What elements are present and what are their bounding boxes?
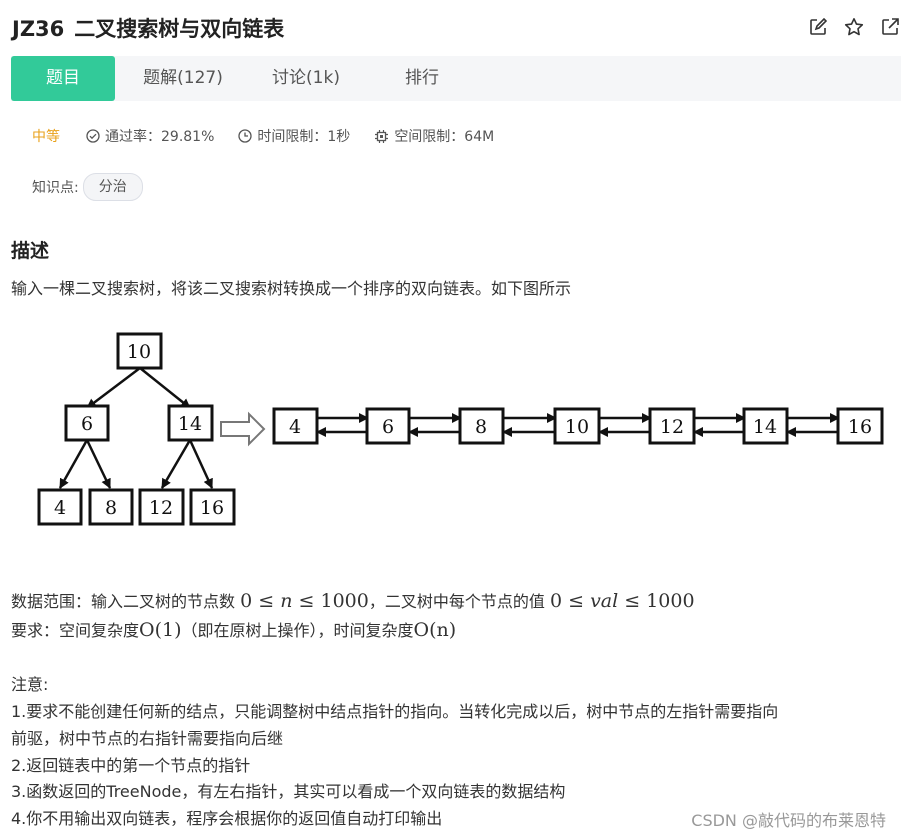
knowledge-points: 知识点: 分治 bbox=[32, 173, 143, 201]
list-node-label: 8 bbox=[475, 416, 487, 438]
knowledge-tag[interactable]: 分治 bbox=[82, 173, 143, 201]
math-var: val bbox=[590, 590, 619, 612]
tree-node-label: 6 bbox=[81, 413, 93, 435]
list-node-label: 6 bbox=[382, 416, 394, 438]
tree-node-label: 12 bbox=[149, 497, 173, 519]
pass-rate: 通过率：29.81% bbox=[86, 126, 214, 146]
math-op: ≤ bbox=[298, 590, 315, 612]
math-op: ≤ bbox=[624, 590, 641, 612]
note-line-3: 3.函数返回的TreeNode，有左右指针，其实可以看成一个双向链表的数据结构 bbox=[11, 782, 566, 801]
tree-node-label: 14 bbox=[178, 413, 202, 435]
time-complexity: O(n) bbox=[413, 619, 457, 641]
tab-bar: 题目 题解(127) 讨论(1k) 排行 bbox=[11, 56, 901, 101]
math-op: ≤ bbox=[568, 590, 585, 612]
difficulty-badge: 中等 bbox=[32, 129, 60, 145]
clock-icon bbox=[238, 129, 253, 143]
problem-name: 二叉搜索树与双向链表 bbox=[74, 17, 285, 41]
requirement-prefix: 要求：空间复杂度 bbox=[11, 621, 140, 640]
math-num: 1000 bbox=[320, 590, 369, 612]
note-line-4: 4.你不用输出双向链表，程序会根据你的返回值自动打印输出 bbox=[11, 809, 443, 828]
edit-icon[interactable] bbox=[807, 16, 829, 38]
math-var: n bbox=[280, 590, 293, 612]
tree-node-label: 16 bbox=[200, 497, 224, 519]
list-node-label: 14 bbox=[753, 416, 777, 438]
description-text: 输入一棵二叉搜索树，将该二叉搜索树转换成一个排序的双向链表。如下图所示 bbox=[11, 279, 572, 298]
tab-problem[interactable]: 题目 bbox=[11, 56, 115, 101]
range-formula-val: 0 ≤ val ≤ 1000 bbox=[550, 590, 695, 612]
math-num: 0 bbox=[240, 590, 253, 612]
problem-code: JZ36 bbox=[12, 17, 65, 41]
math-num: 0 bbox=[549, 590, 563, 612]
range-prefix: 数据范围：输入二叉树的节点数 bbox=[11, 592, 236, 611]
list-node-label: 16 bbox=[848, 416, 872, 438]
list-node-label: 4 bbox=[289, 416, 301, 438]
space-limit-text: 空间限制：64M bbox=[394, 129, 495, 145]
tree-node-label: 10 bbox=[127, 341, 151, 363]
tree-node-label: 4 bbox=[54, 497, 66, 519]
tab-discussion[interactable]: 讨论(1k) bbox=[251, 56, 361, 101]
list-node-label: 12 bbox=[660, 416, 684, 438]
tab-ranking[interactable]: 排行 bbox=[361, 56, 483, 101]
data-range: 数据范围：输入二叉树的节点数 0 ≤ n ≤ 1000，二叉树中每个节点的值 0… bbox=[11, 589, 695, 614]
note-line-2: 2.返回链表中的第一个节点的指针 bbox=[11, 756, 251, 775]
note-line-1b: 前驱，树中节点的右指针需要指向后继 bbox=[11, 729, 284, 748]
time-limit-text: 时间限制：1秒 bbox=[257, 129, 351, 145]
share-icon[interactable] bbox=[879, 16, 901, 38]
note-line-1a: 1.要求不能创建任何新的结点，只能调整树中结点指针的指向。当转化完成以后，树中节… bbox=[11, 702, 779, 721]
requirement: 要求：空间复杂度O(1)（即在原树上操作），时间复杂度O(n) bbox=[11, 618, 456, 643]
tab-solutions[interactable]: 题解(127) bbox=[115, 56, 251, 101]
transform-arrow-icon bbox=[220, 411, 266, 447]
star-icon[interactable] bbox=[843, 16, 865, 38]
range-formula-n: 0 ≤ n ≤ 1000 bbox=[240, 590, 369, 612]
page-title: JZ36 二叉搜索树与双向链表 bbox=[12, 14, 901, 44]
bst-to-list-diagram: 10 6 14 4 8 12 16 4 6 8 10 12 14 16 bbox=[37, 332, 884, 526]
watermark: CSDN @敲代码的布莱恩特 bbox=[691, 811, 886, 830]
range-middle: ，二叉树中每个节点的值 bbox=[368, 592, 545, 611]
math-op: ≤ bbox=[258, 590, 275, 612]
space-limit: 空间限制：64M bbox=[374, 126, 494, 146]
description-heading: 描述 bbox=[11, 240, 50, 262]
list-node-label: 10 bbox=[565, 416, 589, 438]
tree-node-label: 8 bbox=[105, 497, 117, 519]
notes-heading: 注意: bbox=[11, 675, 49, 694]
knowledge-label: 知识点: bbox=[32, 180, 79, 196]
math-num: 1000 bbox=[646, 590, 695, 612]
title-row: JZ36 二叉搜索树与双向链表 bbox=[12, 14, 901, 44]
requirement-middle: （即在原树上操作），时间复杂度 bbox=[181, 621, 414, 640]
pass-rate-text: 通过率：29.81% bbox=[105, 129, 215, 145]
check-circle-icon bbox=[86, 129, 100, 143]
chip-icon bbox=[375, 129, 389, 143]
title-actions bbox=[807, 16, 901, 38]
time-limit: 时间限制：1秒 bbox=[238, 126, 350, 146]
problem-meta: 中等 通过率：29.81% 时间限制：1秒 空间限制：64M bbox=[32, 126, 518, 146]
space-complexity: O(1) bbox=[139, 619, 182, 641]
